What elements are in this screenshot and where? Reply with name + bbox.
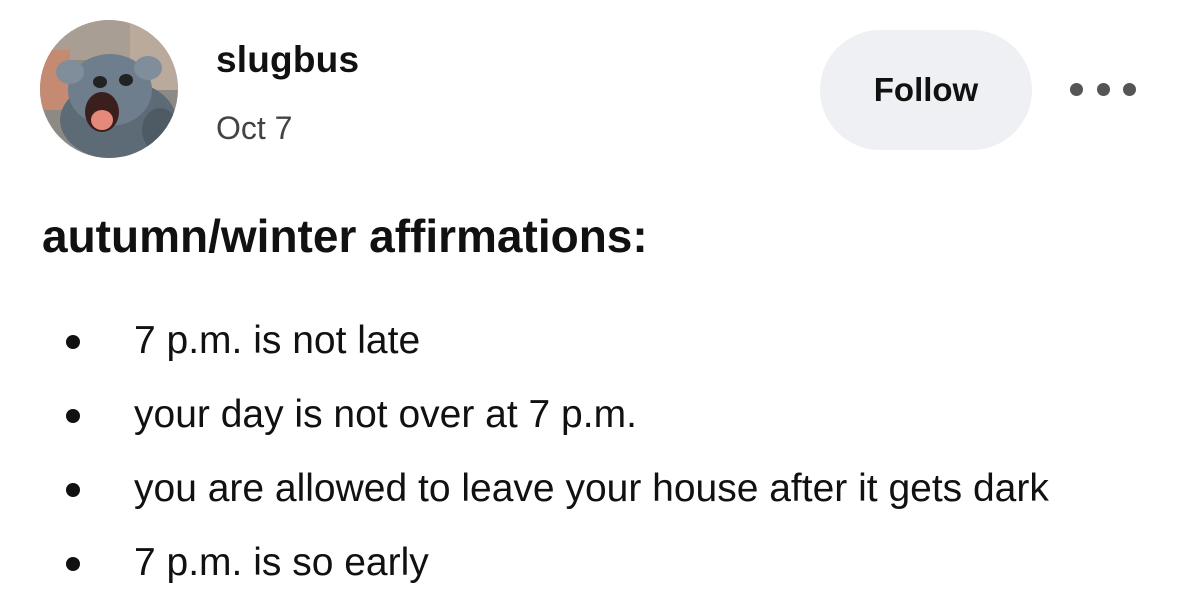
bullet-icon — [66, 483, 80, 497]
post-title: autumn/winter affirmations: — [42, 210, 648, 262]
ellipsis-icon — [1096, 82, 1110, 96]
bullet-icon — [66, 557, 80, 571]
follow-button[interactable]: Follow — [820, 30, 1032, 150]
bullet-icon — [66, 409, 80, 423]
rat-avatar-icon — [40, 20, 178, 158]
more-options-button[interactable] — [1070, 74, 1136, 104]
ellipsis-icon — [1070, 82, 1083, 96]
list-item-text: you are allowed to leave your house afte… — [134, 467, 1049, 510]
post-card: slugbus Oct 7 Follow autumn/winter affir… — [0, 0, 1200, 608]
ellipsis-icon — [1123, 82, 1136, 96]
post-date[interactable]: Oct 7 — [216, 110, 292, 146]
list-item-text: 7 p.m. is so early — [134, 541, 429, 584]
bullet-icon — [66, 335, 80, 349]
list-item-text: 7 p.m. is not late — [134, 319, 421, 362]
list-item-text: your day is not over at 7 p.m. — [134, 393, 637, 436]
avatar[interactable] — [40, 20, 178, 158]
author-username[interactable]: slugbus — [216, 40, 359, 80]
